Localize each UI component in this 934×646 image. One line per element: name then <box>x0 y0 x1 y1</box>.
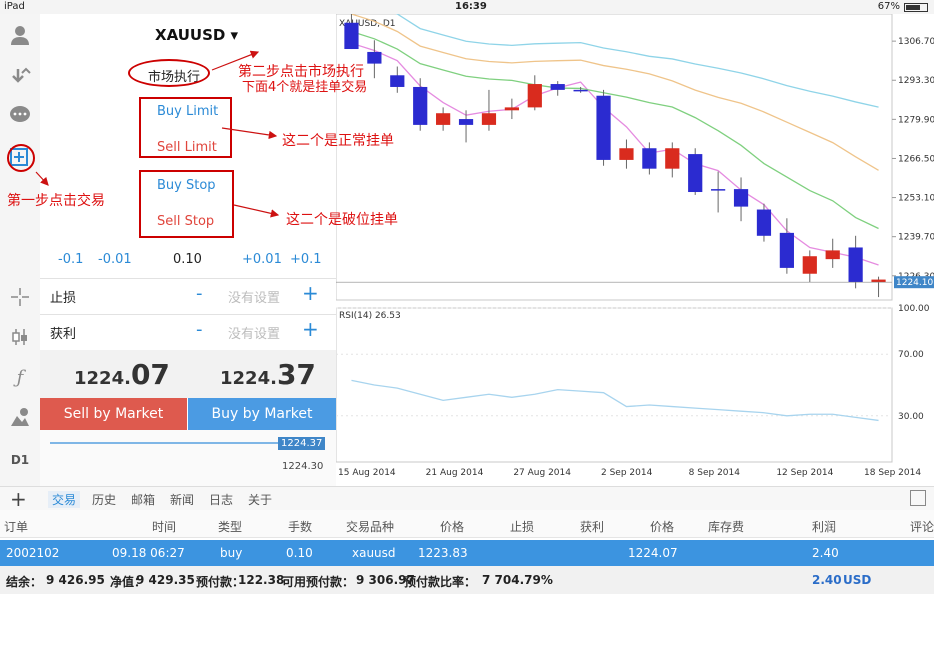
margin-label: 预付款： <box>196 575 245 589</box>
tab-about[interactable]: 关于 <box>248 491 272 508</box>
col-tp: 获利 <box>580 520 605 534</box>
balance-label: 结余： <box>6 575 43 589</box>
balance-value: 9 426.95 <box>46 573 105 587</box>
tab-trade[interactable]: 交易 <box>48 491 81 508</box>
col-type: 类型 <box>218 520 243 534</box>
col-lots: 手数 <box>288 520 313 534</box>
tab-journal[interactable]: 日志 <box>209 491 233 508</box>
col-profit: 利润 <box>812 520 837 534</box>
account-summary: 结余： 9 426.95 净值： 9 429.35 预付款： 122.38 可用… <box>0 566 934 594</box>
cell-symbol: xauusd <box>352 546 396 560</box>
cell-lots: 0.10 <box>286 546 313 560</box>
layout-icon[interactable] <box>910 490 926 506</box>
col-current-price: 价格 <box>650 520 675 534</box>
summary-profit: 2.40 <box>812 573 842 587</box>
cell-open-price: 1223.83 <box>418 546 468 560</box>
equity-value: 9 429.35 <box>136 573 195 587</box>
col-swap: 库存费 <box>708 520 745 534</box>
col-time: 时间 <box>152 520 177 534</box>
col-order: 订单 <box>4 520 29 534</box>
tab-history[interactable]: 历史 <box>92 491 116 508</box>
app-root: iPad 16:39 67% ƒ D1 XAUUSD ▾ 市场执行 Buy Li… <box>0 0 934 646</box>
cell-price: 1224.07 <box>628 546 678 560</box>
col-sl: 止损 <box>510 520 535 534</box>
table-row[interactable]: 2002102 09.18 06:27 buy 0.10 xauusd 1223… <box>0 540 934 566</box>
margin-level-label: 预付款比率： <box>404 575 477 589</box>
col-symbol: 交易品种 <box>346 520 395 534</box>
orders-table-header: 订单 时间 类型 手数 交易品种 价格 止损 获利 价格 库存费 利润 评论 <box>0 510 934 538</box>
col-price: 价格 <box>440 520 465 534</box>
summary-currency: USD <box>843 573 872 587</box>
cell-order: 2002102 <box>6 546 60 560</box>
terminal-tabbar: + 交易 历史 邮箱 新闻 日志 关于 <box>0 486 934 511</box>
cell-type: buy <box>220 546 243 560</box>
tab-mailbox[interactable]: 邮箱 <box>131 491 155 508</box>
add-order-icon[interactable]: + <box>10 487 27 511</box>
cell-profit: 2.40 <box>812 546 839 560</box>
tab-news[interactable]: 新闻 <box>170 491 194 508</box>
margin-level-value: 7 704.79% <box>482 573 553 587</box>
margin-value: 122.38 <box>238 573 285 587</box>
col-comment: 评论 <box>910 520 934 534</box>
free-margin-label: 可用预付款： <box>282 575 355 589</box>
cell-time: 09.18 06:27 <box>112 546 185 560</box>
